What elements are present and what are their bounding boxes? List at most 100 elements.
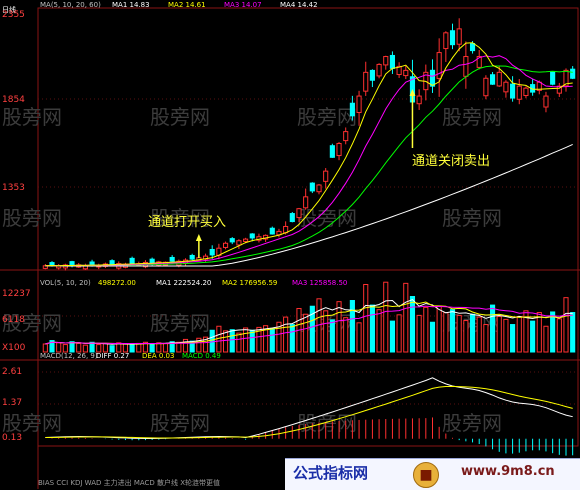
vol-legend-2: MA1 222524.20 — [156, 279, 211, 287]
candle-body — [69, 261, 75, 266]
volume-bar — [543, 325, 549, 353]
candle-body — [383, 56, 389, 66]
volume-bar — [516, 316, 522, 353]
volume-bar — [343, 317, 349, 353]
volume-bar — [389, 320, 396, 353]
volume-bar — [423, 306, 429, 353]
volume-bar — [329, 319, 335, 353]
watermark: 股旁网 — [442, 411, 502, 435]
indicator-tab-bar[interactable]: BIAS CCI KDJ WAD 主力进出 MACD 散户线 X轮涟带更值 — [38, 478, 288, 489]
volume-bar — [122, 343, 129, 353]
volume-bar — [289, 324, 295, 353]
volume-bar — [530, 320, 536, 353]
y-tick-vol-2: 6118 — [2, 315, 25, 325]
candle-body — [363, 71, 369, 92]
annotation-arrowhead — [195, 234, 202, 241]
watermark: 股旁网 — [2, 411, 62, 435]
y-tick-main-1: 2355 — [2, 10, 25, 20]
volume-bar — [209, 329, 215, 353]
volume-bar — [249, 329, 255, 353]
vol-legend-3: MA2 176956.59 — [222, 279, 277, 287]
volume-bar — [243, 327, 249, 353]
candle-body — [329, 145, 335, 158]
candle-body — [443, 32, 449, 50]
macd-indicator-name: MACD(12, 26, 9) — [40, 352, 98, 360]
y-tick-main-2: 1854 — [2, 95, 25, 105]
candle-body — [550, 71, 556, 85]
candle-body — [356, 95, 362, 113]
annotation-1: 通道打开买入 — [148, 215, 226, 230]
watermark: 股旁网 — [150, 311, 210, 335]
ma20-line — [45, 65, 573, 267]
candle-body — [543, 95, 549, 108]
candle-body — [343, 131, 349, 142]
watermark: 股旁网 — [2, 105, 62, 129]
candle-body — [489, 74, 496, 85]
candle-body — [369, 69, 375, 81]
volume-bar — [550, 311, 556, 353]
candle-body — [496, 71, 502, 87]
volume-bar — [403, 282, 409, 353]
volume-bar — [409, 296, 416, 353]
candle-body — [323, 170, 329, 182]
volume-bar — [62, 344, 68, 353]
volume-bar — [536, 312, 542, 353]
volume-bar — [42, 343, 48, 353]
watermark: 股旁网 — [442, 206, 502, 230]
volume-bar — [383, 281, 389, 353]
banner-url[interactable]: www.9m8.cn — [461, 464, 555, 479]
candle-body — [516, 85, 522, 100]
vol-indicator-name: VOL(5, 10, 20) — [40, 279, 91, 287]
candle-body — [389, 54, 396, 69]
candle-body — [523, 87, 529, 97]
candle-body — [316, 184, 322, 193]
candle-body — [296, 208, 302, 219]
macd-legend-2: DEA 0.03 — [142, 352, 174, 360]
candle-body — [403, 69, 409, 77]
volume-bar — [556, 318, 562, 353]
y-tick-macd-2: 1.37 — [2, 398, 22, 408]
watermark: 股旁网 — [150, 105, 210, 129]
candle-body — [109, 260, 115, 266]
candle-body — [169, 256, 175, 262]
candle-body — [89, 261, 95, 265]
candle-body — [483, 77, 489, 97]
volume-bar — [469, 313, 476, 353]
y-tick-macd-3: 0.13 — [2, 433, 22, 443]
volume-bar — [349, 300, 355, 353]
y-tick-vol-1: 12237 — [2, 289, 31, 299]
candle-body — [503, 81, 509, 93]
main-legend-1: MA1 14.83 — [112, 1, 150, 9]
watermark: 股旁网 — [150, 411, 210, 435]
volume-bar — [323, 310, 329, 353]
main-legend-3: MA3 14.07 — [224, 1, 262, 9]
volume-bar — [489, 304, 496, 353]
volume-bar — [483, 324, 489, 353]
y-tick-macd-1: 2.61 — [2, 367, 22, 377]
volume-bar — [376, 309, 382, 353]
volume-bar — [149, 343, 155, 353]
volume-bar — [96, 344, 102, 353]
volume-bar — [416, 314, 422, 353]
candle-body — [209, 248, 215, 256]
volume-bar — [356, 322, 362, 353]
candle-body — [249, 233, 255, 239]
volume-bar — [496, 316, 502, 353]
volume-bar — [436, 305, 442, 353]
volume-bar — [476, 316, 482, 353]
site-banner[interactable]: 公式指标网 ■ www.9m8.cn — [285, 458, 580, 490]
vol-legend-4: MA3 125858.50 — [292, 279, 347, 287]
candle-body — [510, 83, 516, 99]
volume-bar — [449, 309, 456, 353]
volume-bar — [563, 297, 569, 353]
candle-body — [376, 63, 382, 77]
volume-bar — [463, 320, 469, 353]
annotation-2: 通道关闭卖出 — [412, 154, 490, 169]
volume-bar — [363, 283, 369, 353]
ma10-line — [45, 55, 573, 267]
main-indicator-name: MA(5, 10, 20, 60) — [40, 1, 101, 9]
candle-body — [429, 69, 436, 87]
candle-body — [449, 30, 456, 46]
volume-bar — [76, 342, 82, 353]
candle-body — [149, 258, 155, 264]
